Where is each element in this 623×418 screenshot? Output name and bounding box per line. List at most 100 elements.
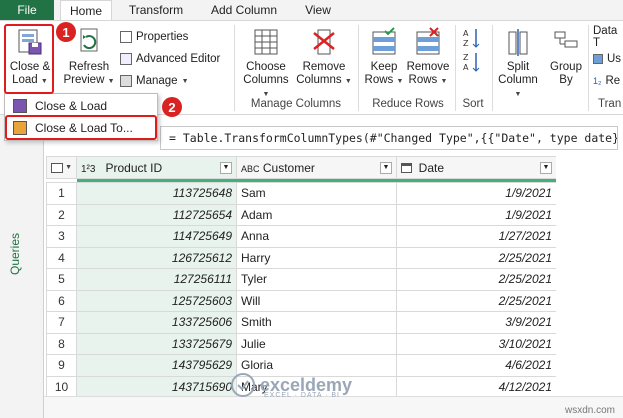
table-row[interactable]: 4 126725612 Harry 2/25/2021 bbox=[46, 246, 557, 269]
filter-dropdown-icon[interactable]: ▼ bbox=[380, 161, 392, 174]
sort-ascending-icon: A Z bbox=[463, 29, 480, 48]
cell-product-id[interactable]: 114725649 bbox=[76, 225, 237, 248]
row-number[interactable]: 6 bbox=[46, 289, 77, 312]
exceldemy-logo: exceldemy EXCEL · DATA · BI bbox=[230, 372, 352, 399]
cell-product-id[interactable]: 143795629 bbox=[76, 354, 237, 377]
cell-date[interactable]: 2/25/2021 bbox=[396, 246, 557, 269]
sort-descending-icon: Z A bbox=[463, 53, 480, 72]
highlight-close-load-to bbox=[5, 115, 157, 140]
sort-descending-button[interactable]: Z A bbox=[462, 51, 482, 77]
cell-customer[interactable]: Smith bbox=[236, 311, 397, 334]
advanced-editor-button[interactable]: Advanced Editor bbox=[120, 51, 220, 67]
cell-product-id[interactable]: 125725603 bbox=[76, 289, 237, 312]
cell-customer[interactable]: Julie bbox=[236, 332, 397, 355]
cell-customer[interactable]: Tyler bbox=[236, 268, 397, 291]
cell-customer[interactable]: Anna bbox=[236, 225, 397, 248]
group-label-reduce-rows: Reduce Rows bbox=[372, 98, 444, 110]
table-row[interactable]: 3 114725649 Anna 1/27/2021 bbox=[46, 225, 557, 248]
cell-date[interactable]: 4/12/2021 bbox=[396, 375, 557, 398]
cell-customer[interactable]: Sam bbox=[236, 182, 397, 205]
split-column-button[interactable]: Split Column ▼ bbox=[496, 27, 540, 101]
column-header-date[interactable]: Date ▼ bbox=[396, 156, 557, 179]
calendar-icon bbox=[401, 163, 412, 174]
cell-customer[interactable]: Adam bbox=[236, 203, 397, 226]
queries-pane[interactable]: Queries bbox=[0, 115, 44, 418]
chevron-down-icon: ▼ bbox=[440, 78, 448, 85]
empty-grid-area bbox=[556, 156, 623, 396]
cell-product-id[interactable]: 143715690 bbox=[76, 375, 237, 398]
row-number[interactable]: 3 bbox=[46, 225, 77, 248]
replace-values-button[interactable]: 1₂ Re bbox=[593, 73, 620, 89]
cell-customer[interactable]: Harry bbox=[236, 246, 397, 269]
column-header-customer[interactable]: ABC Customer ▼ bbox=[236, 156, 397, 179]
refresh-icon bbox=[80, 28, 98, 52]
cell-date[interactable]: 3/9/2021 bbox=[396, 311, 557, 334]
remove-rows-icon bbox=[416, 27, 440, 55]
table-row[interactable]: 1 113725648 Sam 1/9/2021 bbox=[46, 182, 557, 205]
filter-dropdown-icon[interactable]: ▼ bbox=[540, 161, 552, 174]
chevron-down-icon: ▼ bbox=[262, 91, 270, 98]
chevron-down-icon: ▼ bbox=[181, 77, 189, 85]
cell-product-id[interactable]: 133725606 bbox=[76, 311, 237, 334]
filter-dropdown-icon[interactable]: ▼ bbox=[220, 161, 232, 174]
remove-columns-button[interactable]: Remove Columns ▼ bbox=[296, 27, 352, 88]
step-badge-1: 1 bbox=[56, 22, 76, 42]
tab-view[interactable]: View bbox=[296, 0, 340, 20]
sort-ascending-button[interactable]: A Z bbox=[462, 27, 482, 53]
cell-date[interactable]: 3/10/2021 bbox=[396, 332, 557, 355]
cell-product-id[interactable]: 127256111 bbox=[76, 268, 237, 291]
tab-file[interactable]: File bbox=[0, 0, 54, 20]
cell-customer[interactable]: Will bbox=[236, 289, 397, 312]
cell-date[interactable]: 4/6/2021 bbox=[396, 354, 557, 377]
table-row[interactable]: 6 125725603 Will 2/25/2021 bbox=[46, 289, 557, 312]
cell-product-id[interactable]: 113725648 bbox=[76, 182, 237, 205]
formula-bar[interactable]: = Table.TransformColumnTypes(#"Changed T… bbox=[160, 126, 618, 150]
group-by-button[interactable]: Group By bbox=[546, 27, 586, 87]
advanced-editor-icon bbox=[120, 53, 132, 65]
properties-button[interactable]: Properties bbox=[120, 29, 188, 45]
chevron-down-icon: ▼ bbox=[107, 78, 115, 85]
group-by-icon bbox=[554, 31, 578, 48]
keep-rows-button[interactable]: Keep Rows ▼ bbox=[364, 27, 404, 88]
manage-icon bbox=[120, 75, 132, 87]
close-load-small-icon bbox=[13, 99, 27, 113]
row-number[interactable]: 2 bbox=[46, 203, 77, 226]
queries-label[interactable]: Queries bbox=[8, 233, 22, 275]
tab-transform[interactable]: Transform bbox=[120, 0, 192, 20]
use-headers-icon bbox=[593, 54, 603, 64]
table-row[interactable]: 2 112725654 Adam 1/9/2021 bbox=[46, 203, 557, 226]
data-grid: ▼ 1²3 Product ID ▼ ABC Customer ▼ Date ▼ bbox=[46, 156, 557, 398]
column-header-product-id[interactable]: 1²3 Product ID ▼ bbox=[76, 156, 237, 179]
cell-product-id[interactable]: 133725679 bbox=[76, 332, 237, 355]
type-text-icon: ABC bbox=[241, 163, 260, 174]
cell-date[interactable]: 1/9/2021 bbox=[396, 203, 557, 226]
divider bbox=[234, 25, 235, 111]
cell-date[interactable]: 2/25/2021 bbox=[396, 268, 557, 291]
row-number[interactable]: 7 bbox=[46, 311, 77, 334]
menu-item-close-load[interactable]: Close & Load bbox=[7, 96, 155, 116]
row-number[interactable]: 5 bbox=[46, 268, 77, 291]
row-number[interactable]: 9 bbox=[46, 354, 77, 377]
cell-product-id[interactable]: 126725612 bbox=[76, 246, 237, 269]
remove-rows-button[interactable]: Remove Rows ▼ bbox=[406, 27, 450, 88]
row-number[interactable]: 4 bbox=[46, 246, 77, 269]
cell-product-id[interactable]: 112725654 bbox=[76, 203, 237, 226]
table-menu-button[interactable]: ▼ bbox=[46, 156, 77, 179]
data-type-button[interactable]: Data T bbox=[593, 25, 623, 49]
cell-date[interactable]: 1/9/2021 bbox=[396, 182, 557, 205]
table-row[interactable]: 8 133725679 Julie 3/10/2021 bbox=[46, 332, 557, 355]
tab-home[interactable]: Home bbox=[60, 0, 112, 20]
cell-date[interactable]: 2/25/2021 bbox=[396, 289, 557, 312]
tab-add-column[interactable]: Add Column bbox=[200, 0, 288, 20]
cell-date[interactable]: 1/27/2021 bbox=[396, 225, 557, 248]
table-row[interactable]: 7 133725606 Smith 3/9/2021 bbox=[46, 311, 557, 334]
row-number[interactable]: 1 bbox=[46, 182, 77, 205]
manage-button[interactable]: Manage ▼ bbox=[120, 73, 189, 89]
use-first-row-button[interactable]: Us bbox=[593, 51, 621, 67]
row-number[interactable]: 10 bbox=[46, 375, 77, 398]
choose-columns-button[interactable]: Choose Columns ▼ bbox=[240, 27, 292, 101]
group-label-manage-columns: Manage Columns bbox=[250, 98, 342, 110]
group-label-sort: Sort bbox=[462, 98, 484, 110]
table-row[interactable]: 5 127256111 Tyler 2/25/2021 bbox=[46, 268, 557, 291]
row-number[interactable]: 8 bbox=[46, 332, 77, 355]
